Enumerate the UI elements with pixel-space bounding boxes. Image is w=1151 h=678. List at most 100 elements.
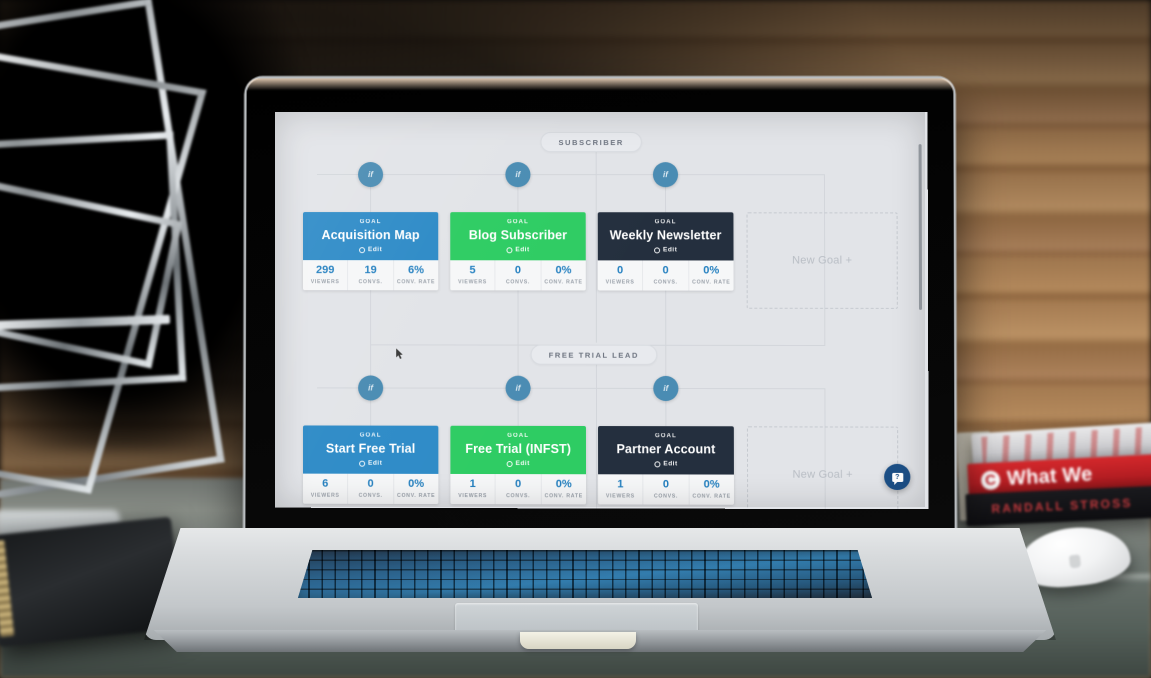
goal-card-header: GOAL Acquisition Map Edit xyxy=(303,212,439,261)
goal-card-header: GOAL Partner Account Edit xyxy=(598,426,734,475)
goal-card-kind: GOAL xyxy=(654,219,677,226)
goal-card-stats: 0 VIEWERS 0 CONVS. 0% CONV. RATE xyxy=(597,260,734,291)
edit-label: Edit xyxy=(367,246,383,254)
if-node-row1-1[interactable]: if xyxy=(358,162,384,188)
stat-conv-rate: 6% CONV. RATE xyxy=(394,260,438,290)
goal-card-stats: 5 VIEWERS 0 CONVS. 0% CONV. RATE xyxy=(450,260,586,291)
goal-card-edit-button[interactable]: Edit xyxy=(653,246,677,253)
stat-viewers: 1 VIEWERS xyxy=(450,473,496,505)
connector-down-row1-3 xyxy=(665,290,667,387)
goal-card[interactable]: GOAL Blog Subscriber Edit 5 VIEWERS 0 CO… xyxy=(450,212,586,291)
goal-card[interactable]: GOAL Start Free Trial Edit 6 VIEWERS 0 C… xyxy=(303,425,439,505)
stat-label: CONV. RATE xyxy=(544,493,583,500)
stat-convs: 0 CONVS. xyxy=(495,474,542,505)
stat-label: CONV. RATE xyxy=(544,279,583,286)
new-goal-placeholder[interactable]: New Goal + xyxy=(746,426,899,510)
stat-label: VIEWERS xyxy=(458,493,488,500)
stat-label: CONV. RATE xyxy=(692,493,731,500)
connector-bus-row2 xyxy=(317,387,825,390)
photo-scene: C What We RANDALL STROSS SUBSCRIBER if i… xyxy=(0,0,1151,678)
stat-label: VIEWERS xyxy=(458,279,487,286)
goal-card-kind: GOAL xyxy=(654,433,677,440)
stat-value: 0 xyxy=(616,264,624,277)
gear-icon xyxy=(654,460,661,467)
stat-convs: 0 CONVS. xyxy=(643,474,690,505)
goal-card-stats: 1 VIEWERS 0 CONVS. 0% CONV. RATE xyxy=(450,473,587,505)
stat-conv-rate: 0% CONV. RATE xyxy=(541,474,586,504)
goal-card-kind: GOAL xyxy=(359,219,382,226)
stat-value: 0 xyxy=(515,478,522,491)
app-viewport[interactable]: SUBSCRIBER if if if GOAL Acquisition Map… xyxy=(274,112,929,510)
mouse-cursor xyxy=(396,348,403,359)
stat-label: VIEWERS xyxy=(310,492,340,499)
connector-trunk-row2 xyxy=(595,355,598,510)
new-goal-placeholder[interactable]: New Goal + xyxy=(746,212,898,309)
stat-label: CONVS. xyxy=(358,492,383,499)
goal-card-title: Weekly Newsletter xyxy=(609,228,722,243)
stat-conv-rate: 0% CONV. RATE xyxy=(689,260,734,290)
vertical-scrollbar[interactable] xyxy=(918,144,923,310)
stat-viewers: 0 VIEWERS xyxy=(597,260,644,291)
stat-viewers: 6 VIEWERS xyxy=(303,473,349,504)
gear-icon xyxy=(506,460,513,467)
laptop-keyboard[interactable] xyxy=(297,550,873,598)
goal-card-title: Free Trial (INFST) xyxy=(465,441,572,457)
gear-icon xyxy=(358,246,365,253)
stat-value: 0% xyxy=(555,478,572,491)
stat-conv-rate: 0% CONV. RATE xyxy=(541,260,586,290)
goal-card[interactable]: GOAL Partner Account Edit 1 VIEWERS 0 CO… xyxy=(598,426,734,505)
goal-flow-canvas[interactable]: SUBSCRIBER if if if GOAL Acquisition Map… xyxy=(274,112,929,510)
goal-card-title: Start Free Trial xyxy=(325,441,416,456)
if-node-row2-3[interactable]: if xyxy=(653,375,679,402)
stat-value: 0% xyxy=(703,264,720,277)
if-node-row2-2[interactable]: if xyxy=(505,375,531,401)
stat-value: 0% xyxy=(408,477,425,490)
stat-convs: 19 CONVS. xyxy=(348,260,394,291)
connector-down-row1-1 xyxy=(370,290,372,387)
stat-value: 19 xyxy=(364,264,377,277)
stage-pill-subscriber[interactable]: SUBSCRIBER xyxy=(540,132,642,153)
if-node-row2-1[interactable]: if xyxy=(358,375,384,401)
goal-card-header: GOAL Free Trial (INFST) Edit xyxy=(450,425,587,475)
stat-value: 0% xyxy=(703,478,720,491)
goal-card-header: GOAL Blog Subscriber Edit xyxy=(450,212,586,261)
connector-down-row1-2 xyxy=(517,290,519,387)
stat-label: VIEWERS xyxy=(605,493,635,500)
stat-value: 0 xyxy=(662,264,669,277)
connector-bus-row1 xyxy=(317,174,824,176)
stat-viewers: 5 VIEWERS xyxy=(450,260,496,291)
goal-card-edit-button[interactable]: Edit xyxy=(358,246,383,254)
goal-card-edit-button[interactable]: Edit xyxy=(358,459,383,467)
stat-viewers: 1 VIEWERS xyxy=(598,474,644,505)
goal-card[interactable]: GOAL Free Trial (INFST) Edit 1 VIEWERS 0… xyxy=(450,425,587,505)
gear-icon xyxy=(506,246,513,253)
stat-label: CONV. RATE xyxy=(396,279,436,286)
stat-convs: 0 CONVS. xyxy=(495,260,542,291)
connector-trunk-row1 xyxy=(595,142,597,343)
if-node-row1-2[interactable]: if xyxy=(505,162,531,188)
goal-card-edit-button[interactable]: Edit xyxy=(506,460,530,467)
edit-label: Edit xyxy=(368,459,383,467)
goal-card-edit-button[interactable]: Edit xyxy=(654,460,678,467)
macbook-pro: SUBSCRIBER if if if GOAL Acquisition Map… xyxy=(0,0,1151,678)
stat-label: CONVS. xyxy=(506,493,531,500)
goal-card-edit-button[interactable]: Edit xyxy=(506,246,530,254)
edit-label: Edit xyxy=(515,246,530,254)
stat-convs: 0 CONVS. xyxy=(348,473,394,504)
stage-pill-free-trial-lead[interactable]: FREE TRIAL LEAD xyxy=(530,344,658,365)
stat-value: 1 xyxy=(469,478,476,491)
stat-value: 299 xyxy=(316,264,335,277)
stat-value: 5 xyxy=(469,264,476,277)
stat-value: 1 xyxy=(617,478,624,491)
chat-bubble-icon[interactable] xyxy=(884,463,911,491)
stat-label: CONVS. xyxy=(653,279,678,286)
stat-conv-rate: 0% CONV. RATE xyxy=(394,474,438,504)
goal-card-title: Partner Account xyxy=(616,442,716,457)
stat-label: CONV. RATE xyxy=(396,492,436,500)
stat-label: CONV. RATE xyxy=(692,279,731,286)
goal-card[interactable]: GOAL Acquisition Map Edit 299 VIEWERS 19… xyxy=(303,212,439,291)
goal-card-stats: 6 VIEWERS 0 CONVS. 0% CONV. RATE xyxy=(303,473,439,505)
if-node-row1-3[interactable]: if xyxy=(652,162,679,188)
stat-value: 0 xyxy=(367,477,374,490)
goal-card[interactable]: GOAL Weekly Newsletter Edit 0 VIEWERS 0 … xyxy=(597,212,734,291)
